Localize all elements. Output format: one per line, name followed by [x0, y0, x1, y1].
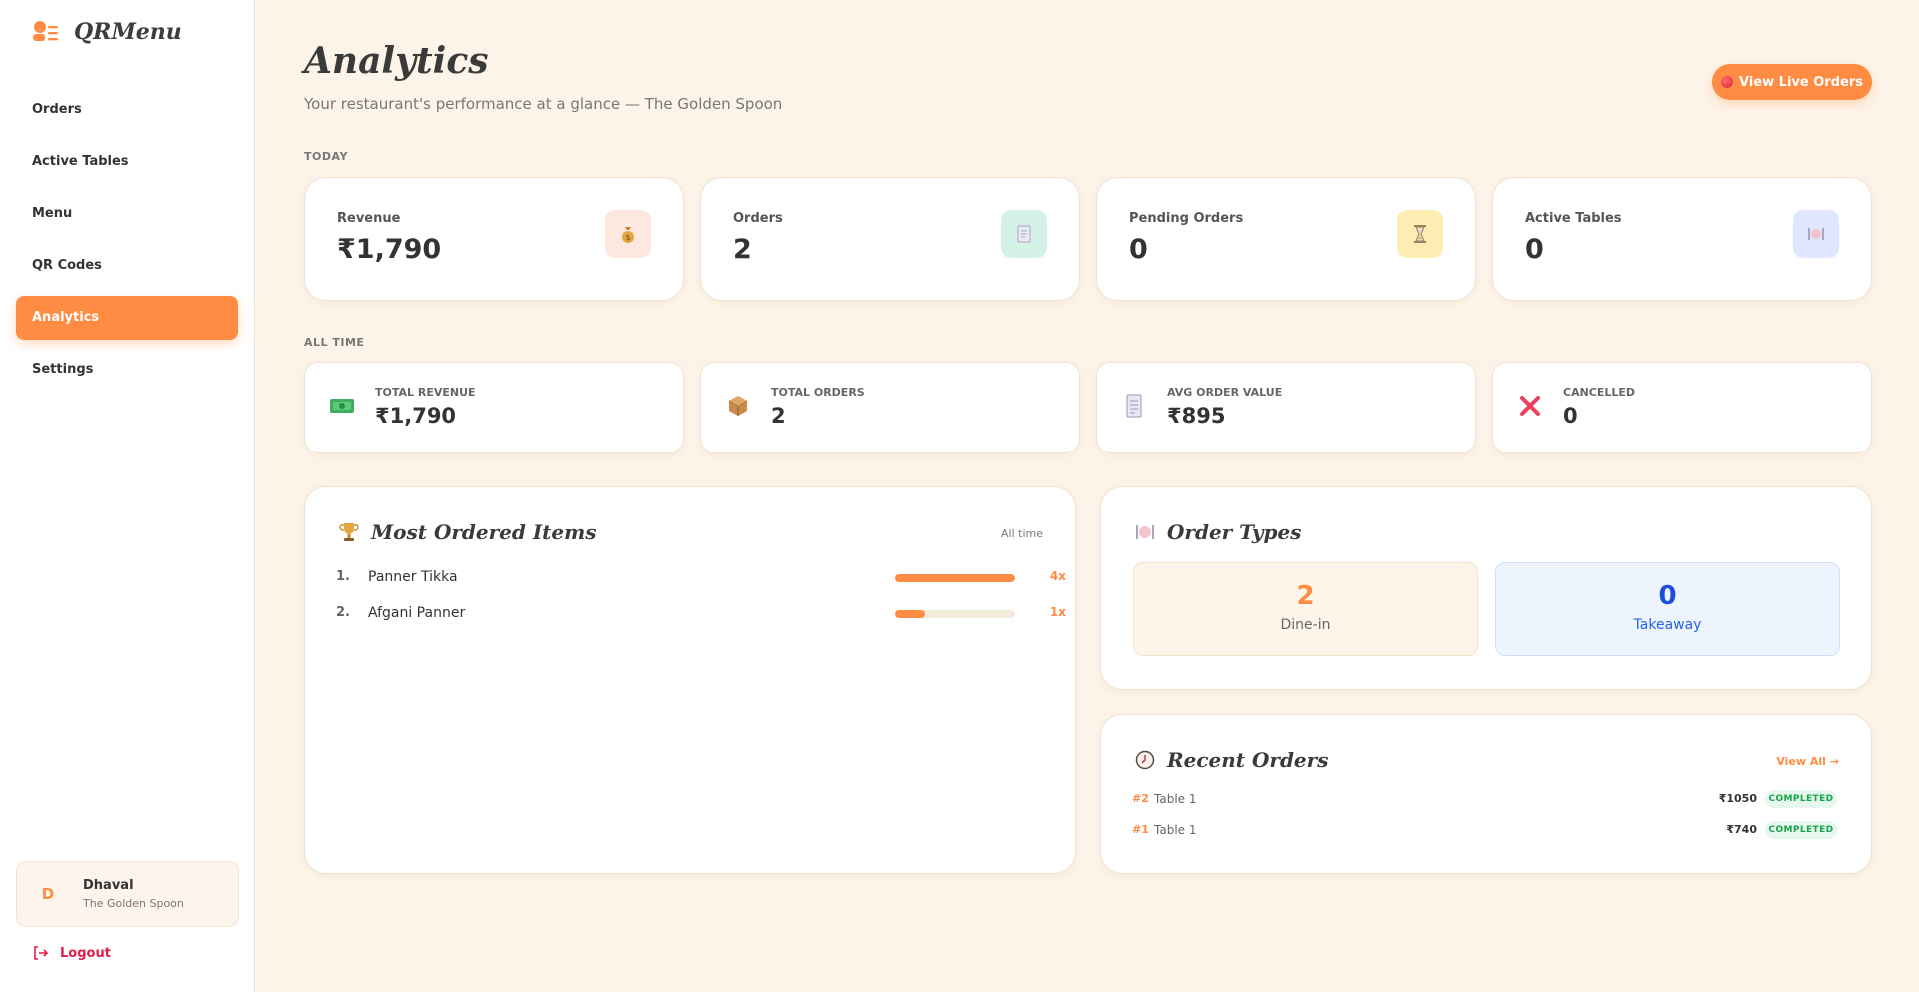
sidebar-item-analytics[interactable]: Analytics [16, 296, 238, 340]
status-badge: COMPLETED [1765, 790, 1837, 808]
panel-title: Order Types [1167, 520, 1302, 544]
dining-icon [1793, 210, 1839, 258]
list-item: 1. Panner Tikka 4x [336, 569, 1066, 589]
stat-label: Active Tables [1525, 211, 1622, 226]
logout-button[interactable]: Logout [32, 945, 111, 961]
logout-label: Logout [60, 945, 111, 961]
dine-in-label: Dine-in [1280, 617, 1331, 633]
page-subtitle: Your restaurant's performance at a glanc… [304, 95, 783, 113]
sidebar-item-menu[interactable]: Menu [16, 192, 238, 236]
user-card[interactable]: D Dhaval The Golden Spoon [16, 861, 239, 927]
stat-value: 0 [1129, 234, 1148, 265]
stat-value: 0 [1525, 234, 1544, 265]
stat-label: Revenue [337, 211, 401, 226]
takeaway-count: 0 [1658, 581, 1677, 611]
all-time-label: CANCELLED [1563, 386, 1636, 399]
logo-icon [30, 18, 60, 46]
takeaway-box: 0 Takeaway [1495, 562, 1840, 656]
item-name: Afgani Panner [368, 605, 466, 621]
item-name: Panner Tikka [368, 569, 458, 585]
status-badge: COMPLETED [1765, 821, 1837, 839]
item-rank: 1. [336, 569, 350, 584]
brand[interactable]: QRMenu [0, 0, 254, 64]
cross-icon [1515, 391, 1545, 421]
receipt-icon [1119, 391, 1149, 421]
all-time-value: 0 [1563, 404, 1578, 428]
all-time-card-cancelled: CANCELLED 0 [1492, 362, 1872, 453]
section-label-all-time: ALL TIME [304, 336, 365, 349]
order-table: Table 1 [1154, 823, 1197, 837]
item-bar-fill [895, 610, 925, 618]
order-id: #2 [1132, 792, 1149, 805]
section-label-today: TODAY [304, 150, 348, 163]
list-item: 2. Afgani Panner 1x [336, 605, 1066, 625]
all-time-value: ₹1,790 [375, 404, 457, 428]
stat-card-pending-orders: Pending Orders 0 [1096, 177, 1476, 301]
stat-card-active-tables: Active Tables 0 [1492, 177, 1872, 301]
sidebar-nav: Orders Active Tables Menu QR Codes Analy… [0, 88, 254, 392]
user-restaurant: The Golden Spoon [83, 897, 184, 910]
view-live-orders-label: View Live Orders [1739, 74, 1863, 90]
takeaway-label: Takeaway [1633, 617, 1702, 633]
table-row[interactable]: #1 Table 1 ₹740 COMPLETED [1132, 821, 1837, 841]
sidebar-item-active-tables[interactable]: Active Tables [16, 140, 238, 184]
item-count: 4x [1049, 569, 1066, 583]
all-time-card-total-revenue: TOTAL REVENUE ₹1,790 [304, 362, 684, 453]
svg-text:$: $ [625, 233, 630, 242]
sidebar-item-qr-codes[interactable]: QR Codes [16, 244, 238, 288]
all-time-value: ₹895 [1167, 404, 1226, 428]
item-count: 1x [1049, 605, 1066, 619]
package-icon [723, 391, 753, 421]
live-dot-icon [1721, 76, 1734, 88]
stat-card-revenue: Revenue ₹1,790 $ [304, 177, 684, 301]
sidebar-item-settings[interactable]: Settings [16, 348, 238, 392]
receipt-icon [1001, 210, 1047, 258]
avatar: D [41, 885, 55, 903]
hourglass-icon [1397, 210, 1443, 258]
money-bag-icon: $ [605, 210, 651, 258]
logout-icon [34, 946, 48, 960]
item-bar-fill [895, 574, 1015, 582]
sidebar-item-orders[interactable]: Orders [16, 88, 238, 132]
item-bar [895, 574, 1015, 582]
stat-label: Orders [733, 211, 783, 226]
trophy-icon [338, 521, 360, 543]
order-amount: ₹1050 [1718, 792, 1757, 805]
order-id: #1 [1132, 823, 1149, 836]
all-time-card-total-orders: TOTAL ORDERS 2 [700, 362, 1080, 453]
item-bar [895, 610, 1015, 618]
sidebar: QRMenu Orders Active Tables Menu QR Code… [0, 0, 255, 992]
view-live-orders-button[interactable]: View Live Orders [1712, 64, 1872, 100]
panel-title: Most Ordered Items [371, 520, 597, 544]
dine-in-count: 2 [1296, 581, 1315, 611]
all-time-label: TOTAL ORDERS [771, 386, 865, 399]
filter-label: All time [1001, 527, 1043, 540]
user-name: Dhaval [83, 878, 134, 893]
most-ordered-panel: Most Ordered Items All time 1. Panner Ti… [304, 486, 1076, 874]
all-time-label: AVG ORDER VALUE [1167, 386, 1283, 399]
page-title: Analytics [304, 40, 489, 82]
table-row[interactable]: #2 Table 1 ₹1050 COMPLETED [1132, 790, 1837, 810]
all-time-label: TOTAL REVENUE [375, 386, 476, 399]
stat-label: Pending Orders [1129, 211, 1244, 226]
recent-orders-panel: Recent Orders View All → #2 Table 1 ₹105… [1100, 714, 1872, 874]
all-time-card-avg-order-value: AVG ORDER VALUE ₹895 [1096, 362, 1476, 453]
stat-card-orders: Orders 2 [700, 177, 1080, 301]
stat-value: 2 [733, 234, 752, 265]
view-all-link[interactable]: View All → [1776, 755, 1839, 768]
order-table: Table 1 [1154, 792, 1197, 806]
panel-title: Recent Orders [1167, 748, 1329, 772]
order-types-panel: Order Types 2 Dine-in 0 Takeaway [1100, 486, 1872, 690]
order-amount: ₹740 [1726, 823, 1757, 836]
all-time-value: 2 [771, 404, 786, 428]
stat-value: ₹1,790 [337, 234, 442, 265]
item-rank: 2. [336, 605, 350, 620]
clock-icon [1134, 749, 1156, 771]
brand-name: QRMenu [74, 19, 182, 45]
banknote-icon [327, 391, 357, 421]
dining-icon [1134, 521, 1156, 543]
dine-in-box: 2 Dine-in [1133, 562, 1478, 656]
main-content: Analytics Your restaurant's performance … [255, 0, 1919, 992]
